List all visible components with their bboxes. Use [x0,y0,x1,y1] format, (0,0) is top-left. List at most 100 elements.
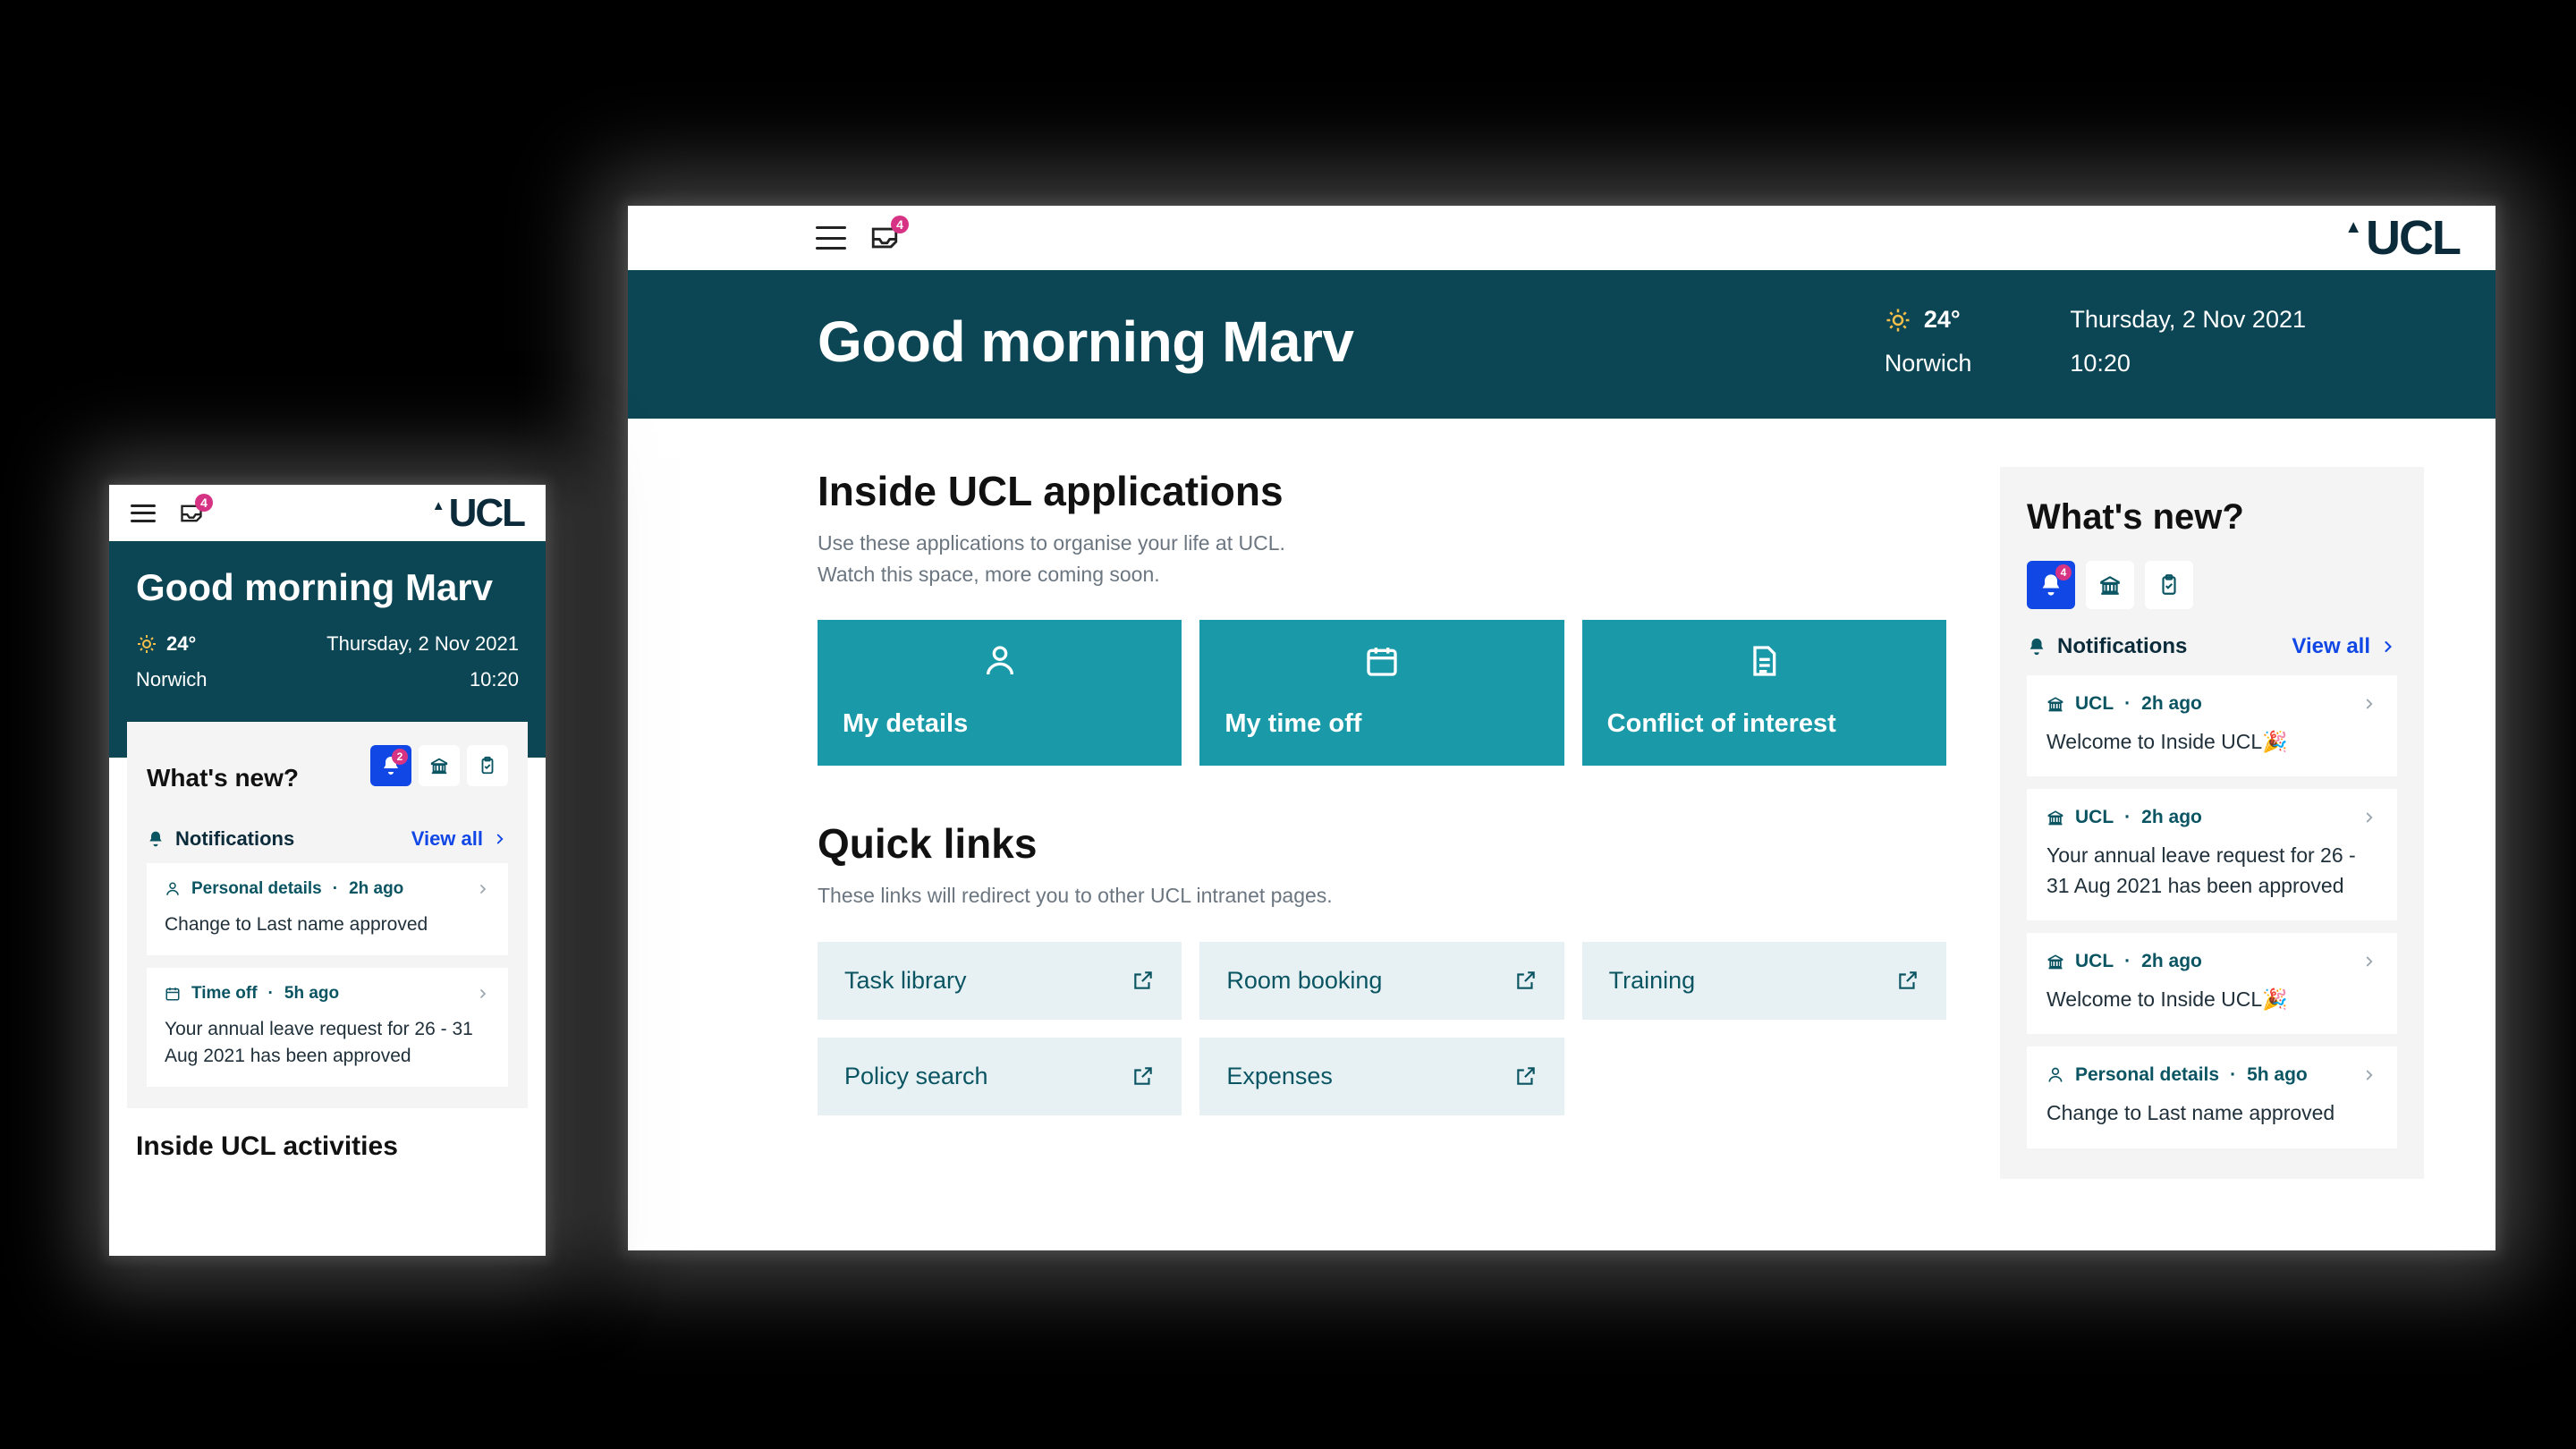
external-link-icon [1131,969,1155,992]
chevron-right-icon [2379,638,2397,656]
clipboard-check-icon [2157,573,2181,597]
institution-icon [2046,953,2064,970]
tile-my-time-off[interactable]: My time off [1199,620,1563,766]
bell-outline-icon [147,830,165,848]
notification-card[interactable]: UCL·2h ago Welcome to Inside UCL🎉 [2027,675,2397,776]
location: Norwich [136,668,207,691]
chevron-right-icon [2361,1067,2377,1083]
ql-room-booking[interactable]: Room booking [1199,942,1563,1020]
person-icon [843,643,1157,679]
tile-my-details[interactable]: My details [818,620,1182,766]
notifications-label: Notifications [175,827,294,851]
bell-outline-icon [2027,637,2046,657]
notifications-label: Notifications [2057,634,2187,659]
external-link-icon [1514,969,1538,992]
quicklinks-heading: Quick links [818,819,1946,868]
sun-icon [136,633,157,655]
tab-notifications[interactable]: 2 [370,745,411,786]
notification-message: Change to Last name approved [2046,1098,2377,1128]
tab-tasks[interactable] [2145,561,2193,609]
person-icon [165,881,181,897]
hero: Good morning Marv 24° Norwich Thursday, … [628,270,2496,419]
main-column: Inside UCL applications Use these applic… [818,467,1946,1179]
apps-subtitle: Use these applications to organise your … [818,528,1946,589]
time: 10:20 [2070,350,2306,377]
institution-icon [2046,809,2064,826]
date: Thursday, 2 Nov 2021 [326,632,519,656]
chevron-right-icon [2361,809,2377,826]
topbar: 4 ▲ UCL [628,206,2496,270]
tile-conflict-of-interest[interactable]: Conflict of interest [1582,620,1946,766]
notifications-badge: 2 [392,749,408,765]
notification-message: Your annual leave request for 26 - 31 Au… [165,1016,490,1071]
mobile-window: 4 ▲ UCL Good morning Marv 24° Norwich Th… [109,485,546,1256]
notification-message: Welcome to Inside UCL🎉 [2046,727,2377,757]
institution-icon [2098,573,2122,597]
calendar-icon [1224,643,1538,679]
view-all-link[interactable]: View all [2292,634,2397,659]
tab-tasks[interactable] [467,745,508,786]
menu-button[interactable] [816,226,846,250]
topbar-mobile: 4 ▲ UCL [109,485,546,541]
document-icon [1607,643,1921,679]
greeting: Good morning Marv [818,309,1354,375]
chevron-right-icon [2361,953,2377,970]
temperature: 24° [166,632,196,656]
brand-logo: ▲ UCL [432,497,524,529]
brand-logo: ▲ UCL [2344,218,2460,258]
external-link-icon [1131,1064,1155,1088]
quicklinks-grid: Task library Room booking Training Polic… [818,942,1946,1115]
chevron-right-icon [492,831,508,847]
view-all-link[interactable]: View all [411,827,508,851]
notification-card[interactable]: Personal details·5h ago Change to Last n… [2027,1046,2397,1148]
chevron-right-icon [476,882,490,896]
hero-mobile: Good morning Marv 24° Norwich Thursday, … [109,541,546,722]
menu-button[interactable] [131,504,156,522]
external-link-icon [1514,1064,1538,1088]
whatsnew-heading: What's new? [2027,497,2397,538]
inbox-button[interactable]: 4 [179,501,204,526]
institution-icon [2046,695,2064,713]
logo-mark-icon: ▲ [432,499,444,513]
date: Thursday, 2 Nov 2021 [2070,306,2306,334]
notification-message: Your annual leave request for 26 - 31 Au… [2046,841,2377,901]
person-icon [2046,1066,2064,1084]
notification-card[interactable]: Personal details·2h ago Change to Last n… [147,863,508,954]
time: 10:20 [326,668,519,691]
sun-icon [1885,307,1911,334]
notification-card[interactable]: UCL·2h ago Your annual leave request for… [2027,789,2397,920]
clipboard-check-icon [478,756,497,775]
notification-message: Change to Last name approved [165,911,490,938]
inbox-badge: 4 [891,216,909,233]
calendar-icon [165,986,181,1002]
ql-task-library[interactable]: Task library [818,942,1182,1020]
tab-notifications[interactable]: 4 [2027,561,2075,609]
notification-card[interactable]: UCL·2h ago Welcome to Inside UCL🎉 [2027,933,2397,1034]
activities-heading: Inside UCL activities [109,1108,546,1162]
desktop-window: 4 ▲ UCL Good morning Marv 24° Norwich Th… [628,206,2496,1250]
whats-new-panel-mobile: What's new? 2 Notifications View all [127,722,528,1107]
institution-icon [429,756,449,775]
whats-new-panel: What's new? 4 Notifications [2000,467,2424,1179]
temperature: 24° [1924,306,1961,334]
tab-institution[interactable] [2086,561,2134,609]
tab-institution[interactable] [419,745,460,786]
location: Norwich [1885,350,1972,377]
ql-expenses[interactable]: Expenses [1199,1038,1563,1115]
apps-heading: Inside UCL applications [818,467,1946,515]
whatsnew-tabs: 4 [2027,561,2397,609]
inbox-button[interactable]: 4 [869,223,900,253]
app-tiles: My details My time off Conflict of inter… [818,620,1946,766]
notification-card[interactable]: Time off·5h ago Your annual leave reques… [147,968,508,1087]
ql-training[interactable]: Training [1582,942,1946,1020]
inbox-badge: 4 [195,494,213,512]
logo-mark-icon: ▲ [2344,218,2360,236]
whatsnew-heading: What's new? [147,764,299,792]
chevron-right-icon [2361,696,2377,712]
quicklinks-subtitle: These links will redirect you to other U… [818,880,1946,911]
ql-policy-search[interactable]: Policy search [818,1038,1182,1115]
chevron-right-icon [476,987,490,1001]
external-link-icon [1896,969,1919,992]
notifications-badge: 4 [2055,564,2072,580]
notification-message: Welcome to Inside UCL🎉 [2046,985,2377,1014]
